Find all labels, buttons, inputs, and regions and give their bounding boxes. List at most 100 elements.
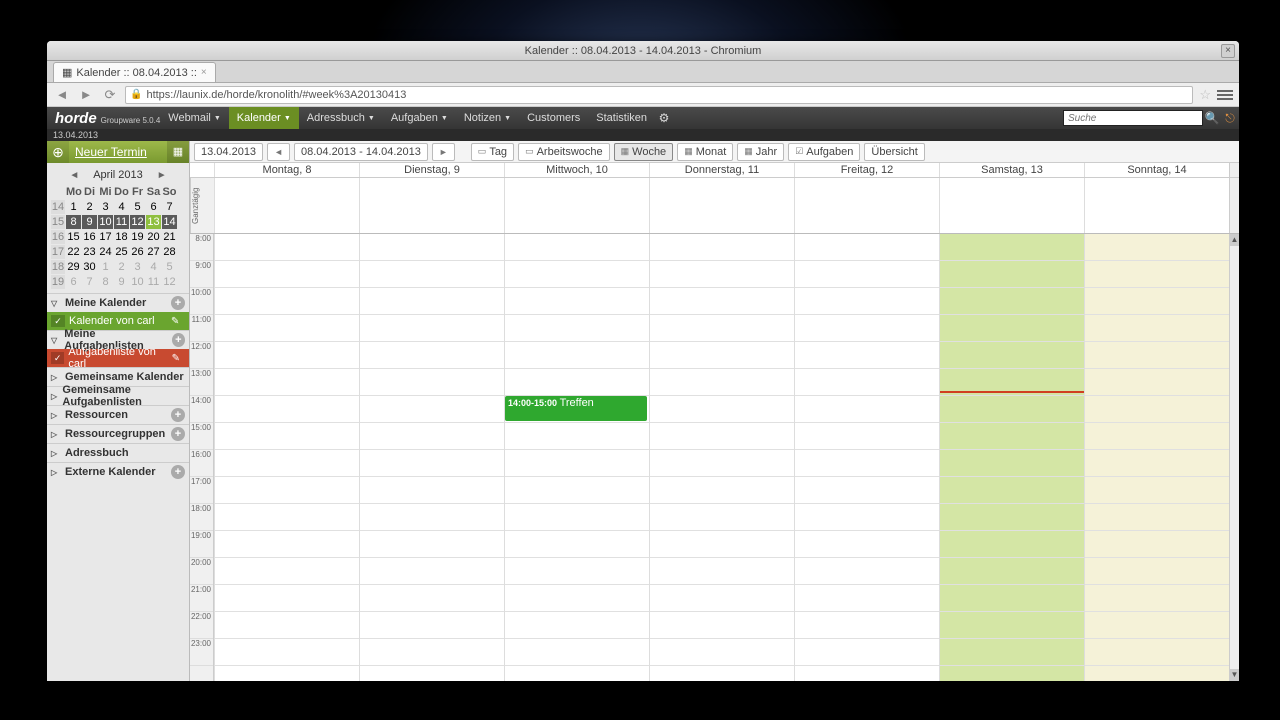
next-month-icon[interactable]: ►: [157, 170, 167, 181]
close-icon[interactable]: ×: [1221, 44, 1235, 58]
mini-day[interactable]: 10: [130, 275, 145, 289]
browser-menu-icon[interactable]: [1217, 87, 1233, 103]
mini-week-number[interactable]: 15: [51, 215, 65, 229]
day-column[interactable]: [794, 234, 939, 681]
day-header[interactable]: Mittwoch, 10: [504, 163, 649, 177]
top-menu-webmail[interactable]: Webmail▼: [160, 107, 229, 129]
mini-day[interactable]: 1: [66, 200, 81, 214]
mini-day[interactable]: 9: [114, 275, 129, 289]
mini-day[interactable]: 23: [82, 245, 97, 259]
search-icon[interactable]: 🔍: [1203, 109, 1221, 127]
sidebar-section-head[interactable]: ▷Adressbuch: [47, 444, 189, 462]
add-icon[interactable]: +: [171, 408, 185, 422]
forward-button[interactable]: ►: [77, 86, 95, 104]
calendar-event[interactable]: 14:00-15:00 Treffen: [505, 396, 647, 421]
day-column[interactable]: [214, 234, 359, 681]
add-icon[interactable]: +: [172, 333, 185, 347]
add-icon[interactable]: +: [171, 465, 185, 479]
mini-day[interactable]: 8: [98, 275, 113, 289]
top-menu-aufgaben[interactable]: Aufgaben▼: [383, 107, 456, 129]
mini-day[interactable]: 26: [130, 245, 145, 259]
mini-week-number[interactable]: 16: [51, 230, 65, 244]
mini-day[interactable]: 7: [82, 275, 97, 289]
mini-day[interactable]: 5: [130, 200, 145, 214]
mini-day[interactable]: 27: [146, 245, 161, 259]
add-icon[interactable]: +: [171, 427, 185, 441]
mini-day[interactable]: 13: [146, 215, 161, 229]
top-menu-customers[interactable]: Customers: [519, 107, 588, 129]
mini-day[interactable]: 2: [114, 260, 129, 274]
mini-day[interactable]: 18: [114, 230, 129, 244]
day-header[interactable]: Sonntag, 14: [1084, 163, 1229, 177]
allday-cell[interactable]: [214, 178, 359, 233]
view-arbeitswoche[interactable]: ▭Arbeitswoche: [518, 143, 610, 161]
mini-day[interactable]: 8: [66, 215, 81, 229]
top-menu-statistiken[interactable]: Statistiken: [588, 107, 655, 129]
allday-cell[interactable]: [649, 178, 794, 233]
gear-icon[interactable]: ⚙: [655, 109, 673, 127]
search-input[interactable]: [1063, 110, 1203, 126]
goto-date[interactable]: 13.04.2013: [194, 143, 263, 161]
view-tag[interactable]: ▭Tag: [471, 143, 514, 161]
allday-cell[interactable]: [504, 178, 649, 233]
back-button[interactable]: ◄: [53, 86, 71, 104]
mini-day[interactable]: 6: [146, 200, 161, 214]
close-tab-icon[interactable]: ×: [201, 67, 207, 78]
day-column[interactable]: [649, 234, 794, 681]
bookmark-icon[interactable]: ☆: [1199, 87, 1211, 103]
mini-day[interactable]: 16: [82, 230, 97, 244]
mini-day[interactable]: 4: [146, 260, 161, 274]
mini-day[interactable]: 30: [82, 260, 97, 274]
mini-week-number[interactable]: 14: [51, 200, 65, 214]
mini-day[interactable]: 12: [162, 275, 177, 289]
view-monat[interactable]: ▦Monat: [677, 143, 733, 161]
mini-day[interactable]: 12: [130, 215, 145, 229]
mini-week-number[interactable]: 18: [51, 260, 65, 274]
top-menu-kalender[interactable]: Kalender▼: [229, 107, 299, 129]
day-column[interactable]: [359, 234, 504, 681]
day-header[interactable]: Donnerstag, 11: [649, 163, 794, 177]
browser-tab[interactable]: ▦ Kalender :: 08.04.2013 :: ×: [53, 62, 216, 82]
next-week-button[interactable]: ►: [432, 143, 455, 161]
sidebar-section-head[interactable]: ▷Ressourcegruppen+: [47, 425, 189, 443]
mini-day[interactable]: 9: [82, 215, 97, 229]
mini-day[interactable]: 19: [130, 230, 145, 244]
mini-day[interactable]: 21: [162, 230, 177, 244]
edit-icon[interactable]: ✎: [171, 316, 185, 327]
day-column[interactable]: [939, 234, 1084, 681]
mini-day[interactable]: 22: [66, 245, 81, 259]
mini-day[interactable]: 7: [162, 200, 177, 214]
view-woche[interactable]: ▦Woche: [614, 143, 674, 161]
mini-day[interactable]: 3: [130, 260, 145, 274]
mini-day[interactable]: 6: [66, 275, 81, 289]
mini-day[interactable]: 1: [98, 260, 113, 274]
add-icon[interactable]: +: [171, 296, 185, 310]
mini-week-number[interactable]: 17: [51, 245, 65, 259]
date-range[interactable]: 08.04.2013 - 14.04.2013: [294, 143, 428, 161]
sidebar-section-head[interactable]: ▽Meine Kalender+: [47, 294, 189, 312]
horde-logo[interactable]: horde: [47, 110, 105, 127]
new-event-button[interactable]: ⊕ Neuer Termin ▦: [47, 141, 189, 163]
sidebar-section-head[interactable]: ▷Externe Kalender+: [47, 463, 189, 481]
mini-day[interactable]: 2: [82, 200, 97, 214]
mini-day[interactable]: 17: [98, 230, 113, 244]
day-header[interactable]: Freitag, 12: [794, 163, 939, 177]
mini-day[interactable]: 28: [162, 245, 177, 259]
mini-day[interactable]: 15: [66, 230, 81, 244]
day-column[interactable]: 14:00-15:00 Treffen: [504, 234, 649, 681]
sidebar-calendar-item[interactable]: ✓Aufgabenliste von carl✎: [47, 349, 189, 367]
day-header[interactable]: Dienstag, 9: [359, 163, 504, 177]
checkbox-icon[interactable]: ✓: [51, 315, 65, 327]
mini-day[interactable]: 20: [146, 230, 161, 244]
view-jahr[interactable]: ▦Jahr: [737, 143, 784, 161]
mini-day[interactable]: 25: [114, 245, 129, 259]
mini-day[interactable]: 11: [146, 275, 161, 289]
logout-icon[interactable]: ⎋: [1221, 109, 1239, 127]
allday-cell[interactable]: [794, 178, 939, 233]
day-header[interactable]: Samstag, 13: [939, 163, 1084, 177]
mini-day[interactable]: 11: [114, 215, 129, 229]
datepicker-icon[interactable]: ▦: [167, 141, 189, 163]
top-menu-adressbuch[interactable]: Adressbuch▼: [299, 107, 383, 129]
edit-icon[interactable]: ✎: [172, 353, 185, 364]
mini-day[interactable]: 4: [114, 200, 129, 214]
